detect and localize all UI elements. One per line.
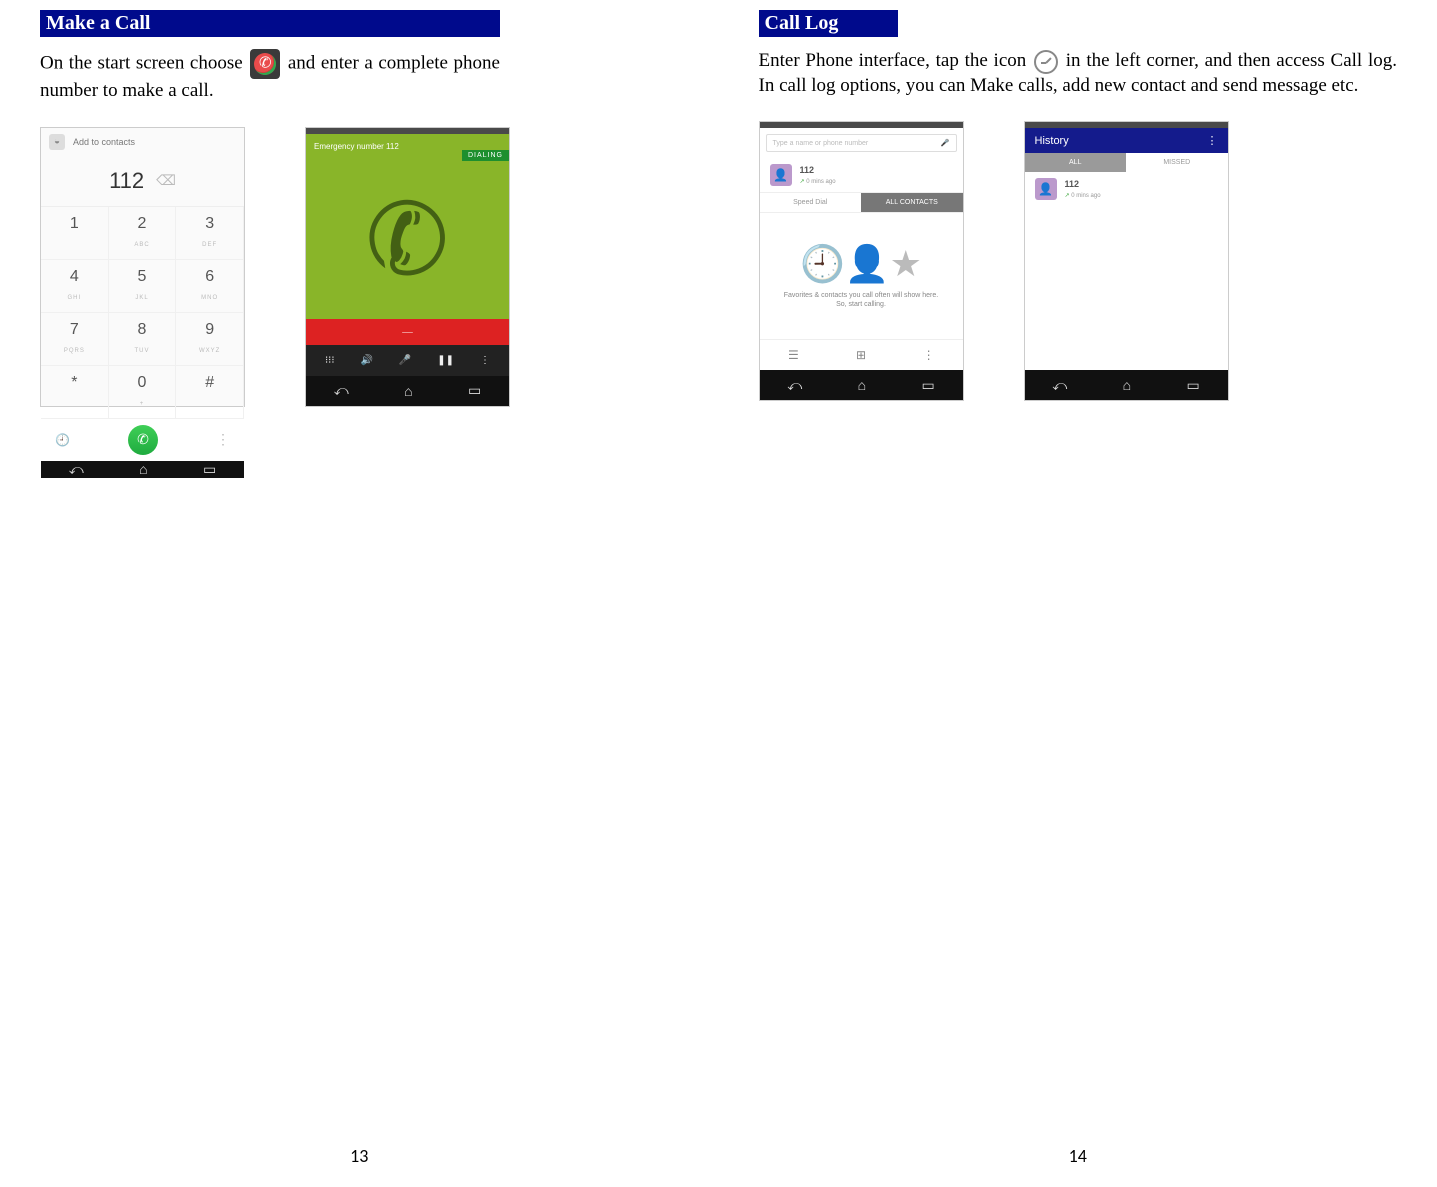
avatar-icon: 👤 [770,164,792,186]
section-header-make-a-call: Make a Call [40,10,500,37]
key-hash[interactable]: # [176,366,244,419]
screenshots-row-right: Type a name or phone number 🎤 👤 112 ↗ 0 … [759,121,1398,401]
entry-number: 112 [800,165,836,175]
phone-app-icon [250,49,280,79]
back-icon[interactable]: ⤺ [69,461,84,478]
dialer-bottom-row: 🕘 ✆ ⋮ [41,419,244,461]
body-text-part1: Enter Phone interface, tap the icon [759,50,1033,71]
call-log-body: Enter Phone interface, tap the icon in t… [759,49,1398,97]
dialed-number: 112 [109,168,144,194]
status-bar [760,122,963,128]
page-number-right: 14 [1069,1145,1087,1167]
home-icon[interactable]: ⌂ [858,377,866,393]
history-entry[interactable]: 👤 112 ↗ 0 mins ago [1025,172,1228,206]
clock-icon [1034,50,1058,74]
hold-icon[interactable]: ❚❚ [437,355,454,366]
mute-icon[interactable]: 🎤 [399,355,411,366]
key-3[interactable]: 3DEF [176,207,244,260]
contact-icon: ◒ [49,134,65,150]
contacts-screenshot: Type a name or phone number 🎤 👤 112 ↗ 0 … [759,121,964,401]
bottom-tab-menu-icon[interactable]: ⋮ [895,340,963,370]
dialing-screenshot: Emergency number 112 DIALING ✆ ⏤ ⁝⁝⁝ 🔊 🎤… [305,127,510,407]
section-header-call-log: Call Log [759,10,899,37]
entry-number: 112 [1065,179,1101,189]
key-0[interactable]: 0+ [109,366,177,419]
add-to-contacts-label: Add to contacts [73,137,135,147]
bottom-tab-dialpad-icon[interactable]: ⊞ [827,340,895,370]
backspace-icon[interactable]: ⌫ [156,172,176,189]
key-7[interactable]: 7PQRS [41,313,109,366]
dialpad-icon[interactable]: ⁝⁝⁝ [325,355,335,366]
make-a-call-body: On the start screen choose and enter a c… [40,49,500,103]
empty-state-text: Favorites & contacts you call often will… [780,291,943,309]
mic-icon[interactable]: 🎤 [941,139,950,147]
history-body: 👤 112 ↗ 0 mins ago [1025,172,1228,370]
body-text-part1: On the start screen choose [40,52,248,73]
contact-tabs: Speed Dial ALL CONTACTS [760,192,963,213]
speaker-icon[interactable]: 🔊 [360,355,372,366]
handset-icon: ✆ [294,142,522,335]
recent-icon[interactable]: ▭ [922,377,935,394]
recent-icon[interactable]: ▭ [468,382,481,399]
entry-time: ↗ 0 mins ago [800,179,836,185]
page-right: Call Log Enter Phone interface, tap the … [719,0,1437,1187]
key-1[interactable]: 1 [41,207,109,260]
nav-bar: ⤺ ⌂ ▭ [760,370,963,400]
back-icon[interactable]: ⤺ [787,377,802,394]
key-6[interactable]: 6MNO [176,260,244,313]
history-tabs: ALL MISSED [1025,153,1228,172]
tab-missed[interactable]: MISSED [1126,153,1228,172]
nav-bar: ⤺ ⌂ ▭ [306,376,509,406]
home-icon[interactable]: ⌂ [404,383,412,399]
search-input[interactable]: Type a name or phone number 🎤 [766,134,957,152]
overflow-menu-icon[interactable]: ⋮ [216,431,230,448]
overflow-menu-icon[interactable]: ⋮ [1207,134,1218,147]
dial-pad: 1 2ABC 3DEF 4GHI 5JKL 6MNO 7PQRS 8TUV 9W… [41,207,244,419]
page-left: Make a Call On the start screen choose a… [0,0,719,1187]
key-8[interactable]: 8TUV [109,313,177,366]
key-5[interactable]: 5JKL [109,260,177,313]
home-icon[interactable]: ⌂ [1123,377,1131,393]
key-9[interactable]: 9WXYZ [176,313,244,366]
in-call-controls: ⁝⁝⁝ 🔊 🎤 ❚❚ ⋮ [306,345,509,376]
tab-all-contacts[interactable]: ALL CONTACTS [861,193,963,212]
dialed-number-row: 112 ⌫ [41,156,244,207]
recent-call-entry[interactable]: 👤 112 ↗ 0 mins ago [760,158,963,192]
history-screenshot: History ⋮ ALL MISSED 👤 112 ↗ 0 mins ago … [1024,121,1229,401]
history-title: History [1035,135,1069,147]
empty-state: 🕘👤★ Favorites & contacts you call often … [760,213,963,339]
empty-state-icon: 🕘👤★ [800,243,922,285]
add-to-contacts-row[interactable]: ◒ Add to contacts [41,128,244,156]
home-icon[interactable]: ⌂ [139,461,147,477]
nav-bar: ⤺ ⌂ ▭ [1025,370,1228,400]
key-4[interactable]: 4GHI [41,260,109,313]
bottom-tabs: ☰ ⊞ ⋮ [760,339,963,370]
call-button[interactable]: ✆ [128,425,158,455]
entry-time: ↗ 0 mins ago [1065,193,1101,199]
nav-bar: ⤺ ⌂ ▭ [41,461,244,478]
key-star[interactable]: * [41,366,109,419]
back-icon[interactable]: ⤺ [1052,377,1067,394]
recent-icon[interactable]: ▭ [1187,377,1200,394]
tab-all[interactable]: ALL [1025,153,1127,172]
avatar-icon: 👤 [1035,178,1057,200]
screenshots-row-left: ◒ Add to contacts 112 ⌫ 1 2ABC 3DEF 4GHI… [40,127,679,407]
back-icon[interactable]: ⤺ [334,382,349,399]
search-placeholder: Type a name or phone number [773,140,869,147]
page-number-left: 13 [350,1145,368,1167]
bottom-tab-list-icon[interactable]: ☰ [760,340,828,370]
history-icon[interactable]: 🕘 [55,433,70,447]
tab-speed-dial[interactable]: Speed Dial [760,193,862,212]
recent-icon[interactable]: ▭ [203,461,216,478]
overflow-menu-icon[interactable]: ⋮ [480,355,490,366]
key-2[interactable]: 2ABC [109,207,177,260]
history-header: History ⋮ [1025,128,1228,153]
dialer-screenshot: ◒ Add to contacts 112 ⌫ 1 2ABC 3DEF 4GHI… [40,127,245,407]
